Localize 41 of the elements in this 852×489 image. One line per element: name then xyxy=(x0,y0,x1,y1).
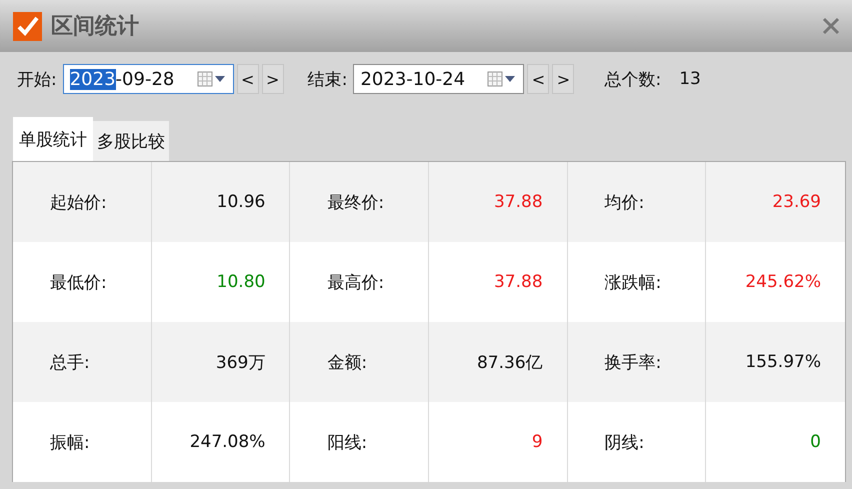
stat-label: 最低价: xyxy=(13,242,152,322)
count-label: 总个数: xyxy=(604,68,662,90)
close-icon[interactable] xyxy=(822,17,840,35)
stat-value: 10.80 xyxy=(152,242,290,322)
next-button[interactable]: > xyxy=(552,64,574,94)
stat-label: 换手率: xyxy=(568,322,706,402)
stat-label: 总手: xyxy=(13,322,152,402)
tab[interactable]: 单股统计 xyxy=(13,117,93,161)
previous-button[interactable]: < xyxy=(236,64,259,94)
stat-value: 247.08% xyxy=(152,402,290,482)
count-value: 13 xyxy=(679,69,701,89)
calendar-dropdown-icon[interactable] xyxy=(196,71,227,87)
previous-button[interactable]: < xyxy=(527,64,550,94)
stat-value: 245.62% xyxy=(706,242,845,322)
stat-value: 10.96 xyxy=(152,162,290,242)
stat-label: 金额: xyxy=(290,322,429,402)
date-field[interactable]: 2023-09-28 xyxy=(62,64,234,94)
stat-label: 均价: xyxy=(568,162,706,242)
end-label: 结束: xyxy=(308,68,348,90)
stat-value: 87.36亿 xyxy=(429,322,568,402)
stat-label: 振幅: xyxy=(13,402,152,482)
calendar-dropdown-icon[interactable] xyxy=(487,71,518,87)
stat-value: 155.97% xyxy=(706,322,845,402)
stat-label: 最终价: xyxy=(290,162,429,242)
checkmark-icon xyxy=(13,12,42,40)
stat-value: 0 xyxy=(706,402,845,482)
stat-label: 涨跌幅: xyxy=(568,242,706,322)
start-label: 开始: xyxy=(17,68,57,90)
stat-value: 369万 xyxy=(152,322,290,402)
tab[interactable]: 多股比较 xyxy=(93,121,169,161)
stat-label: 最高价: xyxy=(290,242,429,322)
stat-value: 9 xyxy=(429,402,568,482)
date-field[interactable]: 2023-10-24 xyxy=(353,64,524,94)
stat-value: 23.69 xyxy=(706,162,845,242)
next-button[interactable]: > xyxy=(262,64,284,94)
stat-label: 阴线: xyxy=(568,402,706,482)
stat-value: 37.88 xyxy=(429,162,568,242)
stat-label: 起始价: xyxy=(13,162,152,242)
stat-label: 阳线: xyxy=(290,402,429,482)
window-title: 区间统计 xyxy=(51,13,140,41)
stat-value: 37.88 xyxy=(429,242,568,322)
